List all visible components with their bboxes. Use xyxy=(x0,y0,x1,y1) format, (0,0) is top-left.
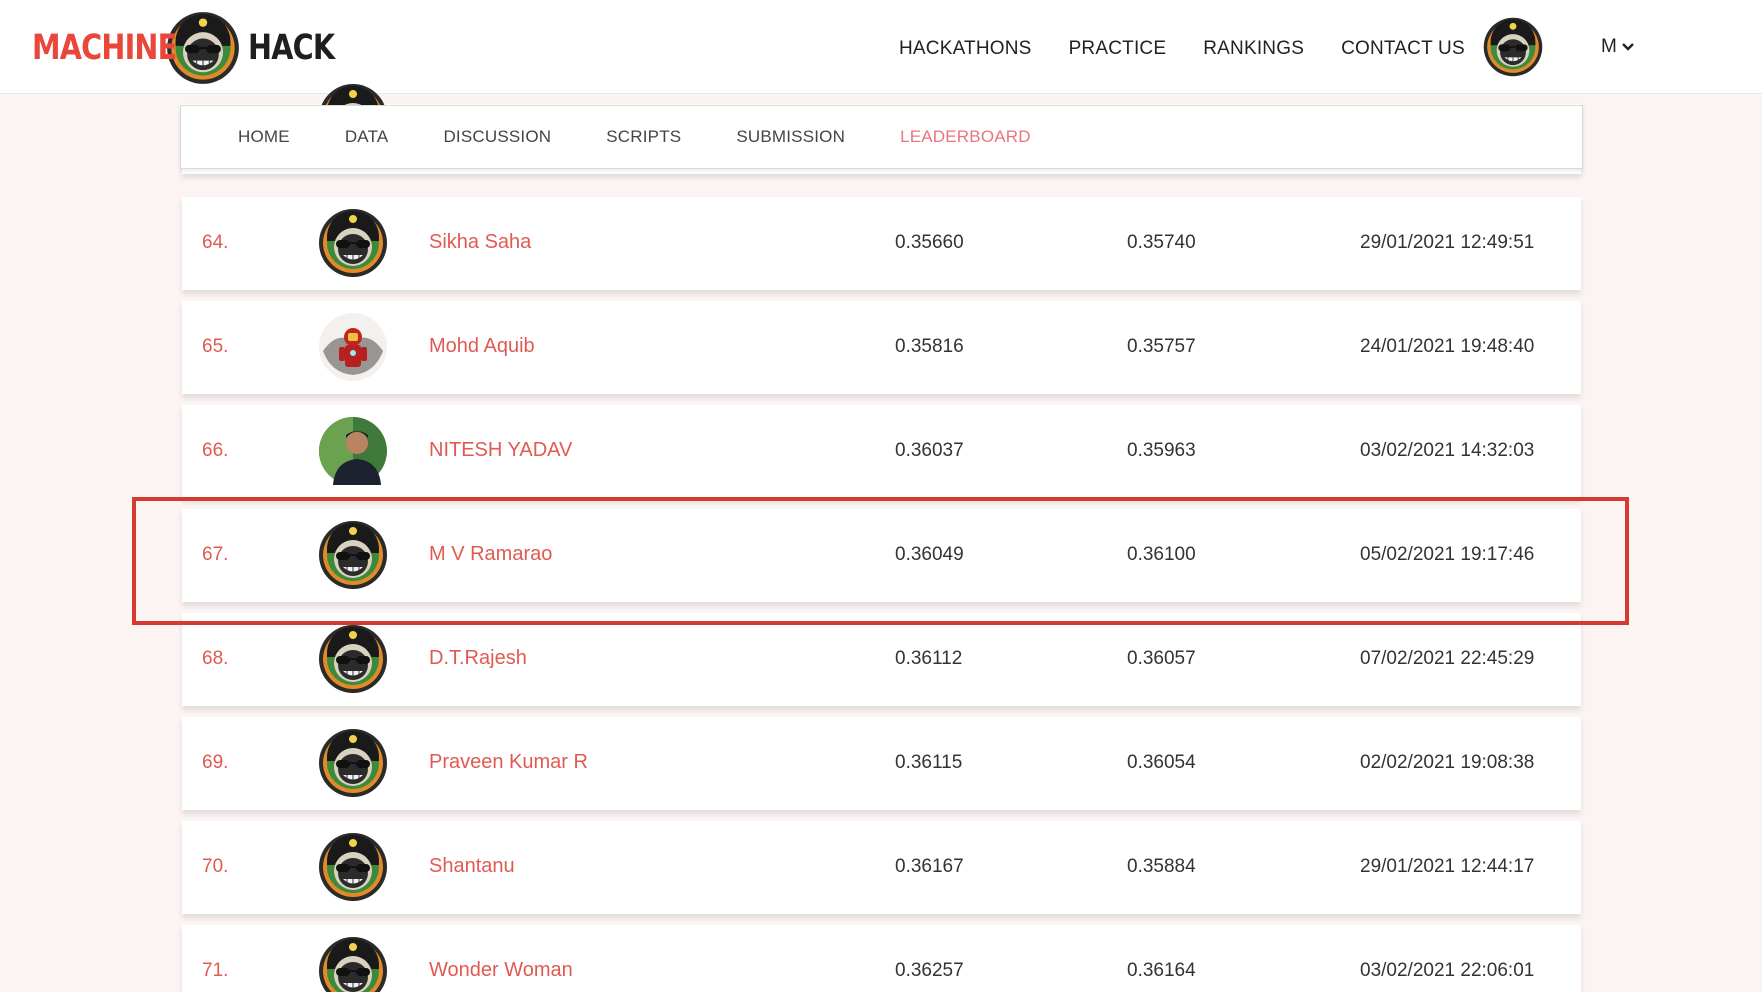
user-name-link[interactable]: Praveen Kumar R xyxy=(429,751,588,774)
chevron-down-icon xyxy=(1621,43,1634,51)
submission-time: 02/02/2021 19:08:38 xyxy=(1360,752,1535,773)
public-score: 0.36257 xyxy=(895,960,964,981)
tab-data[interactable]: DATA xyxy=(345,127,389,147)
tab-scripts[interactable]: SCRIPTS xyxy=(606,127,681,147)
private-score: 0.36057 xyxy=(1127,648,1196,669)
rank: 65. xyxy=(202,336,229,357)
monkey-astronaut-icon xyxy=(317,935,389,992)
table-row-highlighted[interactable]: 67. M V Ramarao 0.36049 0.36100 05/02/20… xyxy=(182,509,1581,602)
logo-text-machine: MACHINE xyxy=(32,28,177,68)
rank: 64. xyxy=(202,232,229,253)
public-score: 0.36049 xyxy=(895,544,964,565)
user-name-link[interactable]: D.T.Rajesh xyxy=(429,647,527,670)
rank: 68. xyxy=(202,648,229,669)
private-score: 0.36100 xyxy=(1127,544,1196,565)
public-score: 0.36037 xyxy=(895,440,964,461)
rank: 70. xyxy=(202,856,229,877)
tab-home[interactable]: HOME xyxy=(238,127,290,147)
table-row[interactable]: 68. D.T.Rajesh 0.36112 0.36057 07/02/202… xyxy=(182,613,1581,706)
user-name-link[interactable]: Mohd Aquib xyxy=(429,335,535,358)
monkey-astronaut-icon xyxy=(317,831,389,903)
private-score: 0.35963 xyxy=(1127,440,1196,461)
hackathon-tabs: HOME DATA DISCUSSION SCRIPTS SUBMISSION … xyxy=(180,105,1583,169)
rank: 66. xyxy=(202,440,229,461)
monkey-astronaut-icon xyxy=(317,519,389,591)
rank: 71. xyxy=(202,960,229,981)
user-name-link[interactable]: M V Ramarao xyxy=(429,543,552,566)
rank: 69. xyxy=(202,752,229,773)
public-score: 0.36112 xyxy=(895,648,963,669)
user-menu-toggle[interactable]: M xyxy=(1601,36,1635,58)
monkey-astronaut-icon xyxy=(317,727,389,799)
submission-time: 29/01/2021 12:49:51 xyxy=(1360,232,1535,253)
submission-time: 24/01/2021 19:48:40 xyxy=(1360,336,1535,357)
submission-time: 03/02/2021 22:06:01 xyxy=(1360,960,1535,981)
submission-time: 03/02/2021 14:32:03 xyxy=(1360,440,1535,461)
table-row[interactable]: 65. Mohd Aquib 0.35816 0.35757 24/01/202… xyxy=(182,301,1581,394)
submission-time: 05/02/2021 19:17:46 xyxy=(1360,544,1535,565)
tab-discussion[interactable]: DISCUSSION xyxy=(443,127,551,147)
user-initial: M xyxy=(1601,36,1617,57)
table-row[interactable]: 70. Shantanu 0.36167 0.35884 29/01/2021 … xyxy=(182,821,1581,914)
private-score: 0.35757 xyxy=(1127,336,1196,357)
public-score: 0.36115 xyxy=(895,752,963,773)
table-row[interactable]: 64. Sikha Saha 0.35660 0.35740 29/01/202… xyxy=(182,197,1581,290)
public-score: 0.35816 xyxy=(895,336,964,357)
private-score: 0.35884 xyxy=(1127,856,1196,877)
user-name-link[interactable]: Shantanu xyxy=(429,855,515,878)
private-score: 0.36164 xyxy=(1127,960,1196,981)
rank: 67. xyxy=(202,544,229,565)
user-name-link[interactable]: NITESH YADAV xyxy=(429,439,572,462)
ironman-avatar xyxy=(317,311,389,383)
user-name-link[interactable]: Wonder Woman xyxy=(429,959,573,982)
table-row[interactable]: 71. Wonder Woman 0.36257 0.36164 03/02/2… xyxy=(182,925,1581,992)
tab-leaderboard[interactable]: LEADERBOARD xyxy=(900,127,1031,147)
private-score: 0.36054 xyxy=(1127,752,1196,773)
submission-time: 07/02/2021 22:45:29 xyxy=(1360,648,1535,669)
private-score: 0.35740 xyxy=(1127,232,1196,253)
public-score: 0.36167 xyxy=(895,856,964,877)
tab-submission[interactable]: SUBMISSION xyxy=(736,127,845,147)
public-score: 0.35660 xyxy=(895,232,964,253)
table-row[interactable]: 69. Praveen Kumar R 0.36115 0.36054 02/0… xyxy=(182,717,1581,810)
monkey-astronaut-icon xyxy=(317,623,389,695)
user-name-link[interactable]: Sikha Saha xyxy=(429,231,531,254)
table-row[interactable]: 66. NITESH YADAV 0.36037 0.35963 03/02/2… xyxy=(182,405,1581,498)
submission-time: 29/01/2021 12:44:17 xyxy=(1360,856,1535,877)
user-photo-avatar xyxy=(317,415,389,487)
monkey-astronaut-icon xyxy=(317,207,389,279)
